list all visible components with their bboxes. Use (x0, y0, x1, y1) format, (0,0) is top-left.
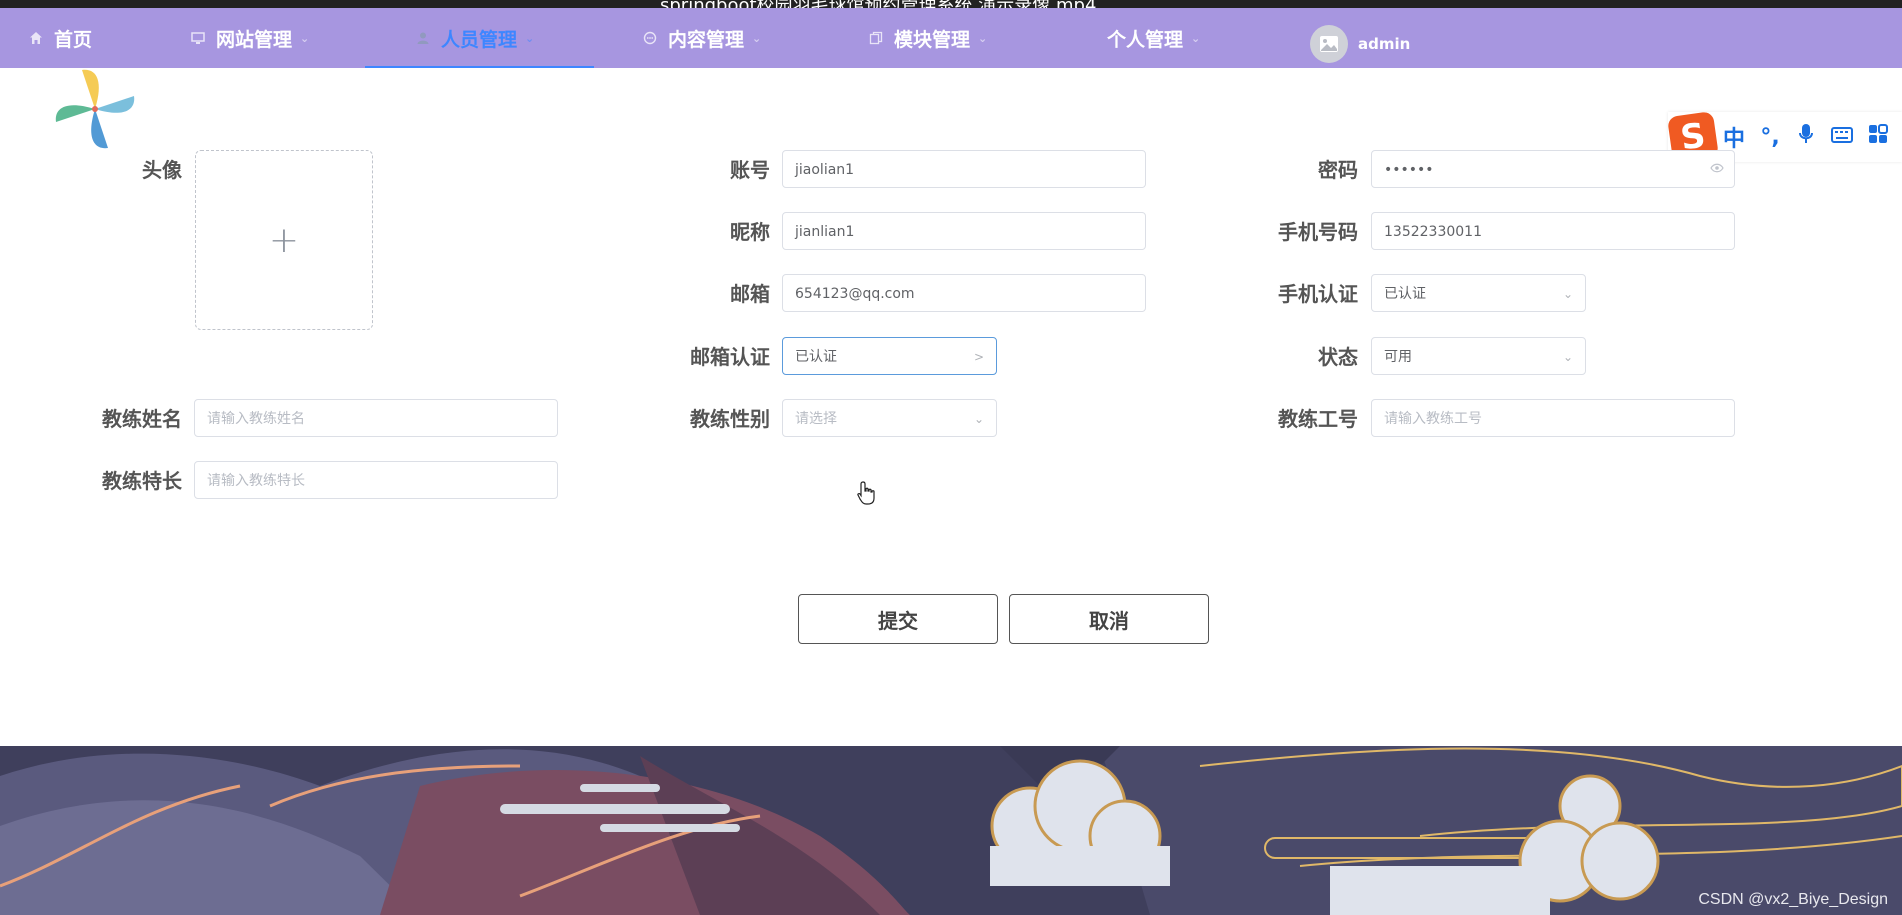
nav-item-site-management[interactable]: 网站管理 ⌄ (190, 8, 309, 68)
chevron-down-icon: ⌄ (752, 31, 762, 45)
watermark-text: CSDN @vx2_Biye_Design (1698, 891, 1888, 908)
status-label: 状态 (1318, 345, 1358, 369)
home-icon (28, 30, 44, 46)
nav-item-content-management[interactable]: 内容管理 ⌄ (642, 8, 761, 68)
eye-icon[interactable] (1710, 151, 1724, 189)
nav-item-home[interactable]: 首页 (28, 8, 92, 68)
hand-cursor-icon (857, 481, 875, 505)
status-select[interactable]: 可用 ⌄ (1371, 337, 1586, 375)
user-icon (415, 30, 431, 46)
coach-gender-select[interactable]: 请选择 ⌄ (782, 399, 997, 437)
account-input[interactable]: jiaolian1 (782, 150, 1146, 188)
admin-username[interactable]: admin (1358, 35, 1410, 53)
nav-item-module-management[interactable]: 模块管理 ⌄ (868, 8, 987, 68)
coach-gender-placeholder: 请选择 (795, 411, 837, 427)
nav-label: 人员管理 (441, 28, 518, 51)
top-nav: 首页 网站管理 ⌄ 人员管理 ⌄ 内容管理 ⌄ 模块管理 ⌄ 个人管理 ⌄ ad… (0, 8, 1902, 68)
submit-button[interactable]: 提交 (798, 594, 998, 644)
email-verify-select[interactable]: 已认证 > (782, 337, 997, 375)
coach-specialty-input[interactable] (194, 461, 558, 499)
avatar-label: 头像 (142, 158, 182, 182)
coach-name-field[interactable] (207, 401, 545, 437)
email-verify-label: 邮箱认证 (690, 345, 770, 369)
coach-no-label: 教练工号 (1278, 407, 1358, 431)
nav-label: 内容管理 (668, 28, 745, 51)
chevron-down-icon: ⌄ (1191, 31, 1201, 45)
nav-label: 网站管理 (216, 28, 293, 51)
coach-name-label: 教练姓名 (102, 407, 182, 431)
coach-name-input[interactable] (194, 399, 558, 437)
phone-label: 手机号码 (1278, 220, 1358, 244)
nav-item-personal-management[interactable]: 个人管理 ⌄ (1107, 8, 1200, 68)
phone-verify-select[interactable]: 已认证 ⌄ (1371, 274, 1586, 312)
email-label: 邮箱 (730, 282, 770, 306)
image-icon (1320, 36, 1338, 52)
avatar-uploader[interactable]: + (195, 150, 373, 330)
phone-value: 13522330011 (1384, 224, 1482, 240)
coach-no-input[interactable] (1371, 399, 1735, 437)
coach-no-field[interactable] (1384, 401, 1722, 437)
chevron-down-icon: ⌄ (1562, 287, 1573, 301)
monitor-icon (190, 30, 206, 46)
phone-input[interactable]: 13522330011 (1371, 212, 1735, 250)
password-input[interactable]: •••••• (1371, 150, 1735, 188)
decorative-landscape-banner (0, 746, 1902, 915)
apps-icon[interactable] (1860, 124, 1896, 150)
account-label: 账号 (730, 158, 770, 182)
chevron-down-icon: ⌄ (300, 31, 310, 45)
phone-verify-label: 手机认证 (1278, 282, 1358, 306)
chevron-down-icon: ⌄ (1562, 350, 1573, 364)
mic-icon[interactable] (1788, 123, 1824, 151)
chevron-down-icon: ⌄ (973, 412, 984, 426)
chevron-down-icon: ⌄ (525, 31, 535, 45)
nav-item-staff-management[interactable]: 人员管理 ⌄ (364, 8, 595, 68)
nav-label: 个人管理 (1107, 28, 1184, 51)
status-value: 可用 (1384, 349, 1412, 365)
nickname-label: 昵称 (730, 220, 770, 244)
chevron-down-icon: ⌄ (978, 31, 988, 45)
keyboard-icon[interactable] (1824, 125, 1860, 150)
nickname-value: jianlian1 (795, 224, 855, 240)
password-label: 密码 (1318, 158, 1358, 182)
coach-gender-label: 教练性别 (690, 407, 770, 431)
plus-icon: + (268, 219, 300, 261)
pinwheel-logo (55, 69, 135, 149)
window-title-bar: springboot校园羽毛球馆预约管理系统 演示录像.mp4 (0, 0, 1902, 8)
nickname-input[interactable]: jianlian1 (782, 212, 1146, 250)
coach-specialty-label: 教练特长 (102, 469, 182, 493)
email-verify-value: 已认证 (795, 349, 837, 365)
chevron-right-icon: > (973, 350, 984, 364)
nav-label: 模块管理 (894, 28, 971, 51)
account-value: jiaolian1 (795, 162, 855, 178)
cancel-button[interactable]: 取消 (1009, 594, 1209, 644)
copy-icon (868, 30, 884, 46)
password-value: •••••• (1384, 162, 1434, 178)
chat-icon (642, 30, 658, 46)
coach-specialty-field[interactable] (207, 463, 545, 499)
email-input[interactable]: 654123@qq.com (782, 274, 1146, 312)
window-title: springboot校园羽毛球馆预约管理系统 演示录像.mp4 (660, 0, 1096, 8)
ime-chinese-mode[interactable]: 中 (1716, 121, 1752, 153)
ime-punctuation[interactable]: °, (1752, 125, 1788, 150)
phone-verify-value: 已认证 (1384, 286, 1426, 302)
avatar[interactable] (1310, 25, 1348, 63)
nav-label: 首页 (54, 28, 93, 51)
email-value: 654123@qq.com (795, 286, 915, 302)
